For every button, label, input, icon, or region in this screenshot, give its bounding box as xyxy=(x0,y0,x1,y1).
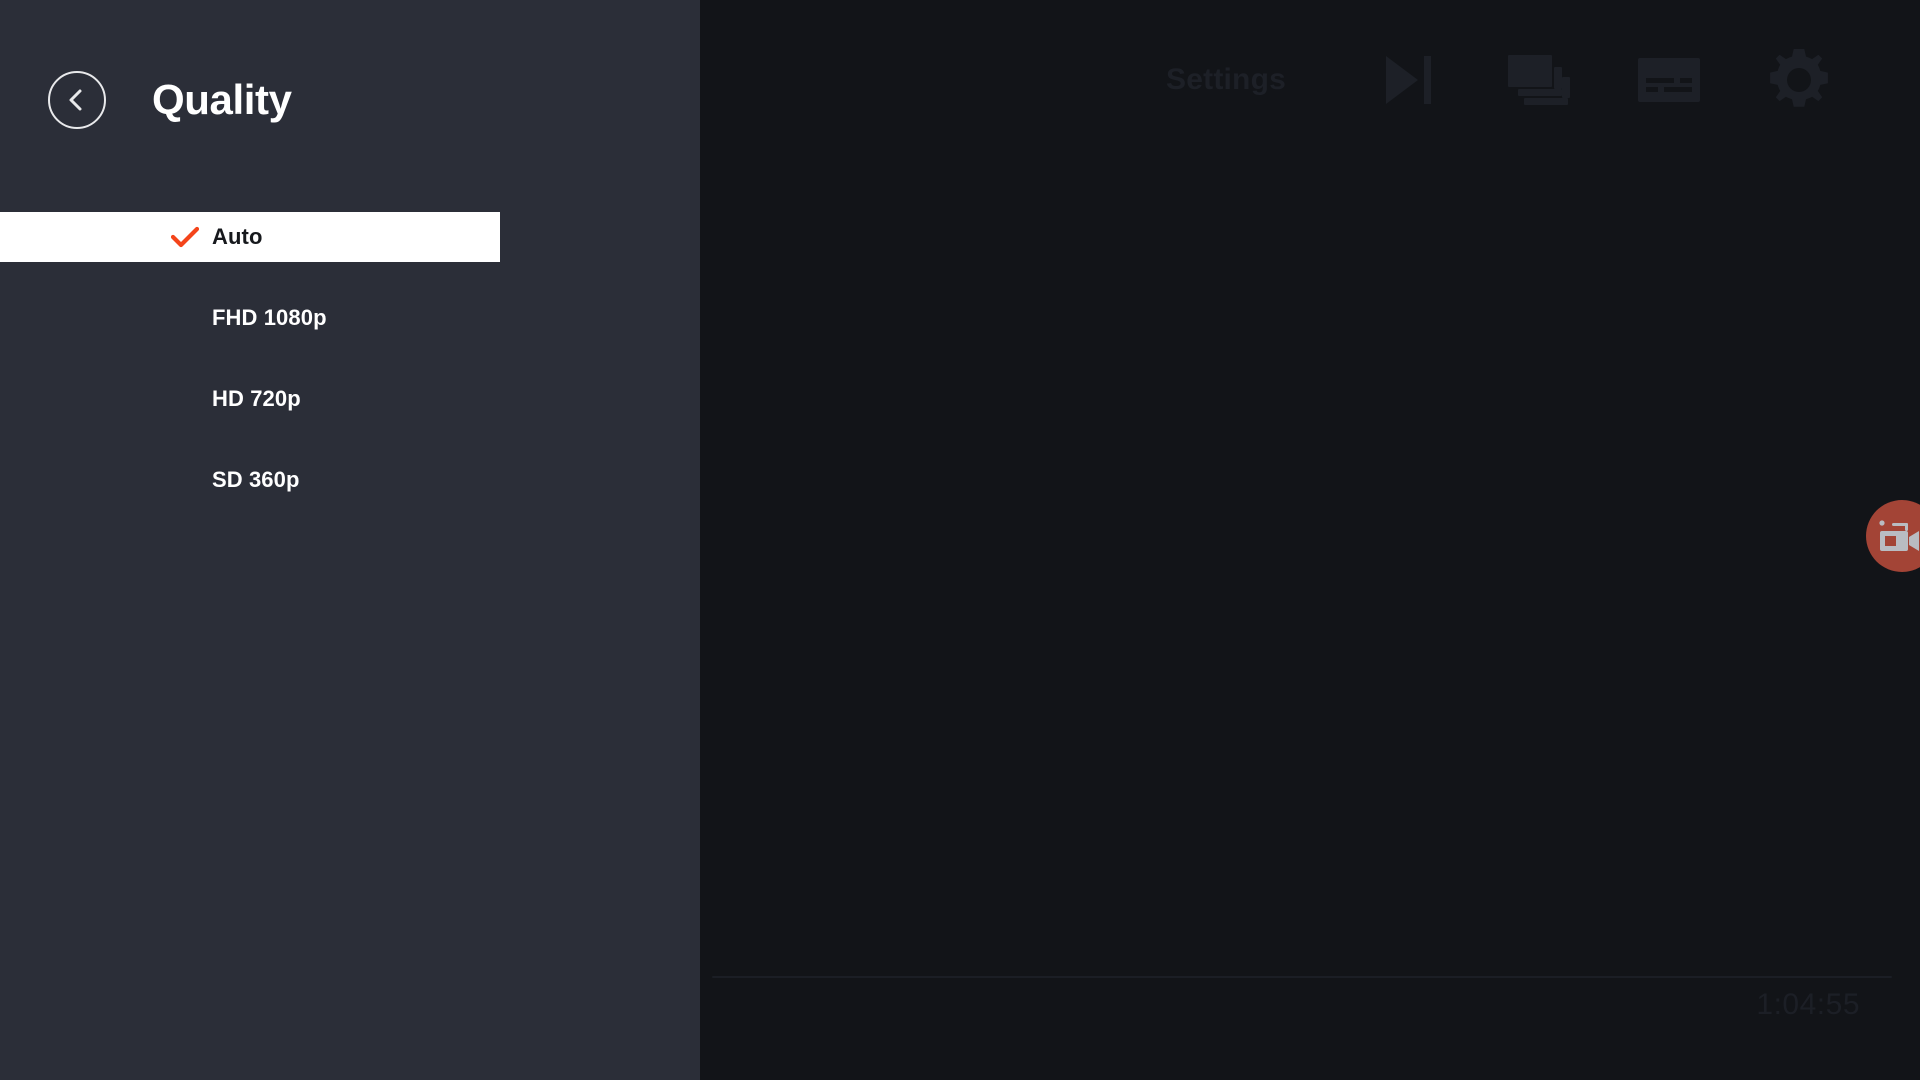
player-settings-label: Settings xyxy=(1166,63,1286,96)
quality-option-label: HD 720p xyxy=(212,386,301,411)
quality-option-sd-360p[interactable]: SD 360p xyxy=(0,455,700,505)
quality-option-hd-720p[interactable]: HD 720p xyxy=(0,374,700,424)
time-display: 1:04:55 xyxy=(1756,988,1860,1021)
quality-options-list: Auto FHD 1080p HD 720p SD 360p xyxy=(0,212,700,505)
quality-option-auto[interactable]: Auto xyxy=(0,212,500,262)
gear-icon[interactable] xyxy=(1734,35,1864,125)
record-camera-button[interactable] xyxy=(1866,500,1920,572)
progress-track[interactable] xyxy=(712,976,1892,978)
quality-option-fhd-1080p[interactable]: FHD 1080p xyxy=(0,293,700,343)
record-camera-icon xyxy=(1879,520,1919,551)
quality-option-label: Auto xyxy=(212,224,263,249)
player-top-controls: Settings xyxy=(700,0,1920,160)
play-next-icon[interactable] xyxy=(1344,35,1474,125)
subtitles-icon[interactable] xyxy=(1604,35,1734,125)
check-icon xyxy=(170,222,200,252)
progress-bar[interactable] xyxy=(700,976,1920,980)
back-button[interactable] xyxy=(48,71,106,129)
panel-header: Quality xyxy=(0,0,700,200)
chevron-left-icon xyxy=(69,89,82,111)
settings-panel: Quality Auto FHD 1080p HD 720p SD 360p xyxy=(0,0,700,1080)
video-player-quality-settings: Settings 1:04:55 Quality Auto FHD 1080p … xyxy=(0,0,1920,1080)
quality-option-label: SD 360p xyxy=(212,467,300,492)
page-title: Quality xyxy=(152,76,292,123)
playlist-icon[interactable] xyxy=(1474,35,1604,125)
quality-option-label: FHD 1080p xyxy=(212,305,327,330)
